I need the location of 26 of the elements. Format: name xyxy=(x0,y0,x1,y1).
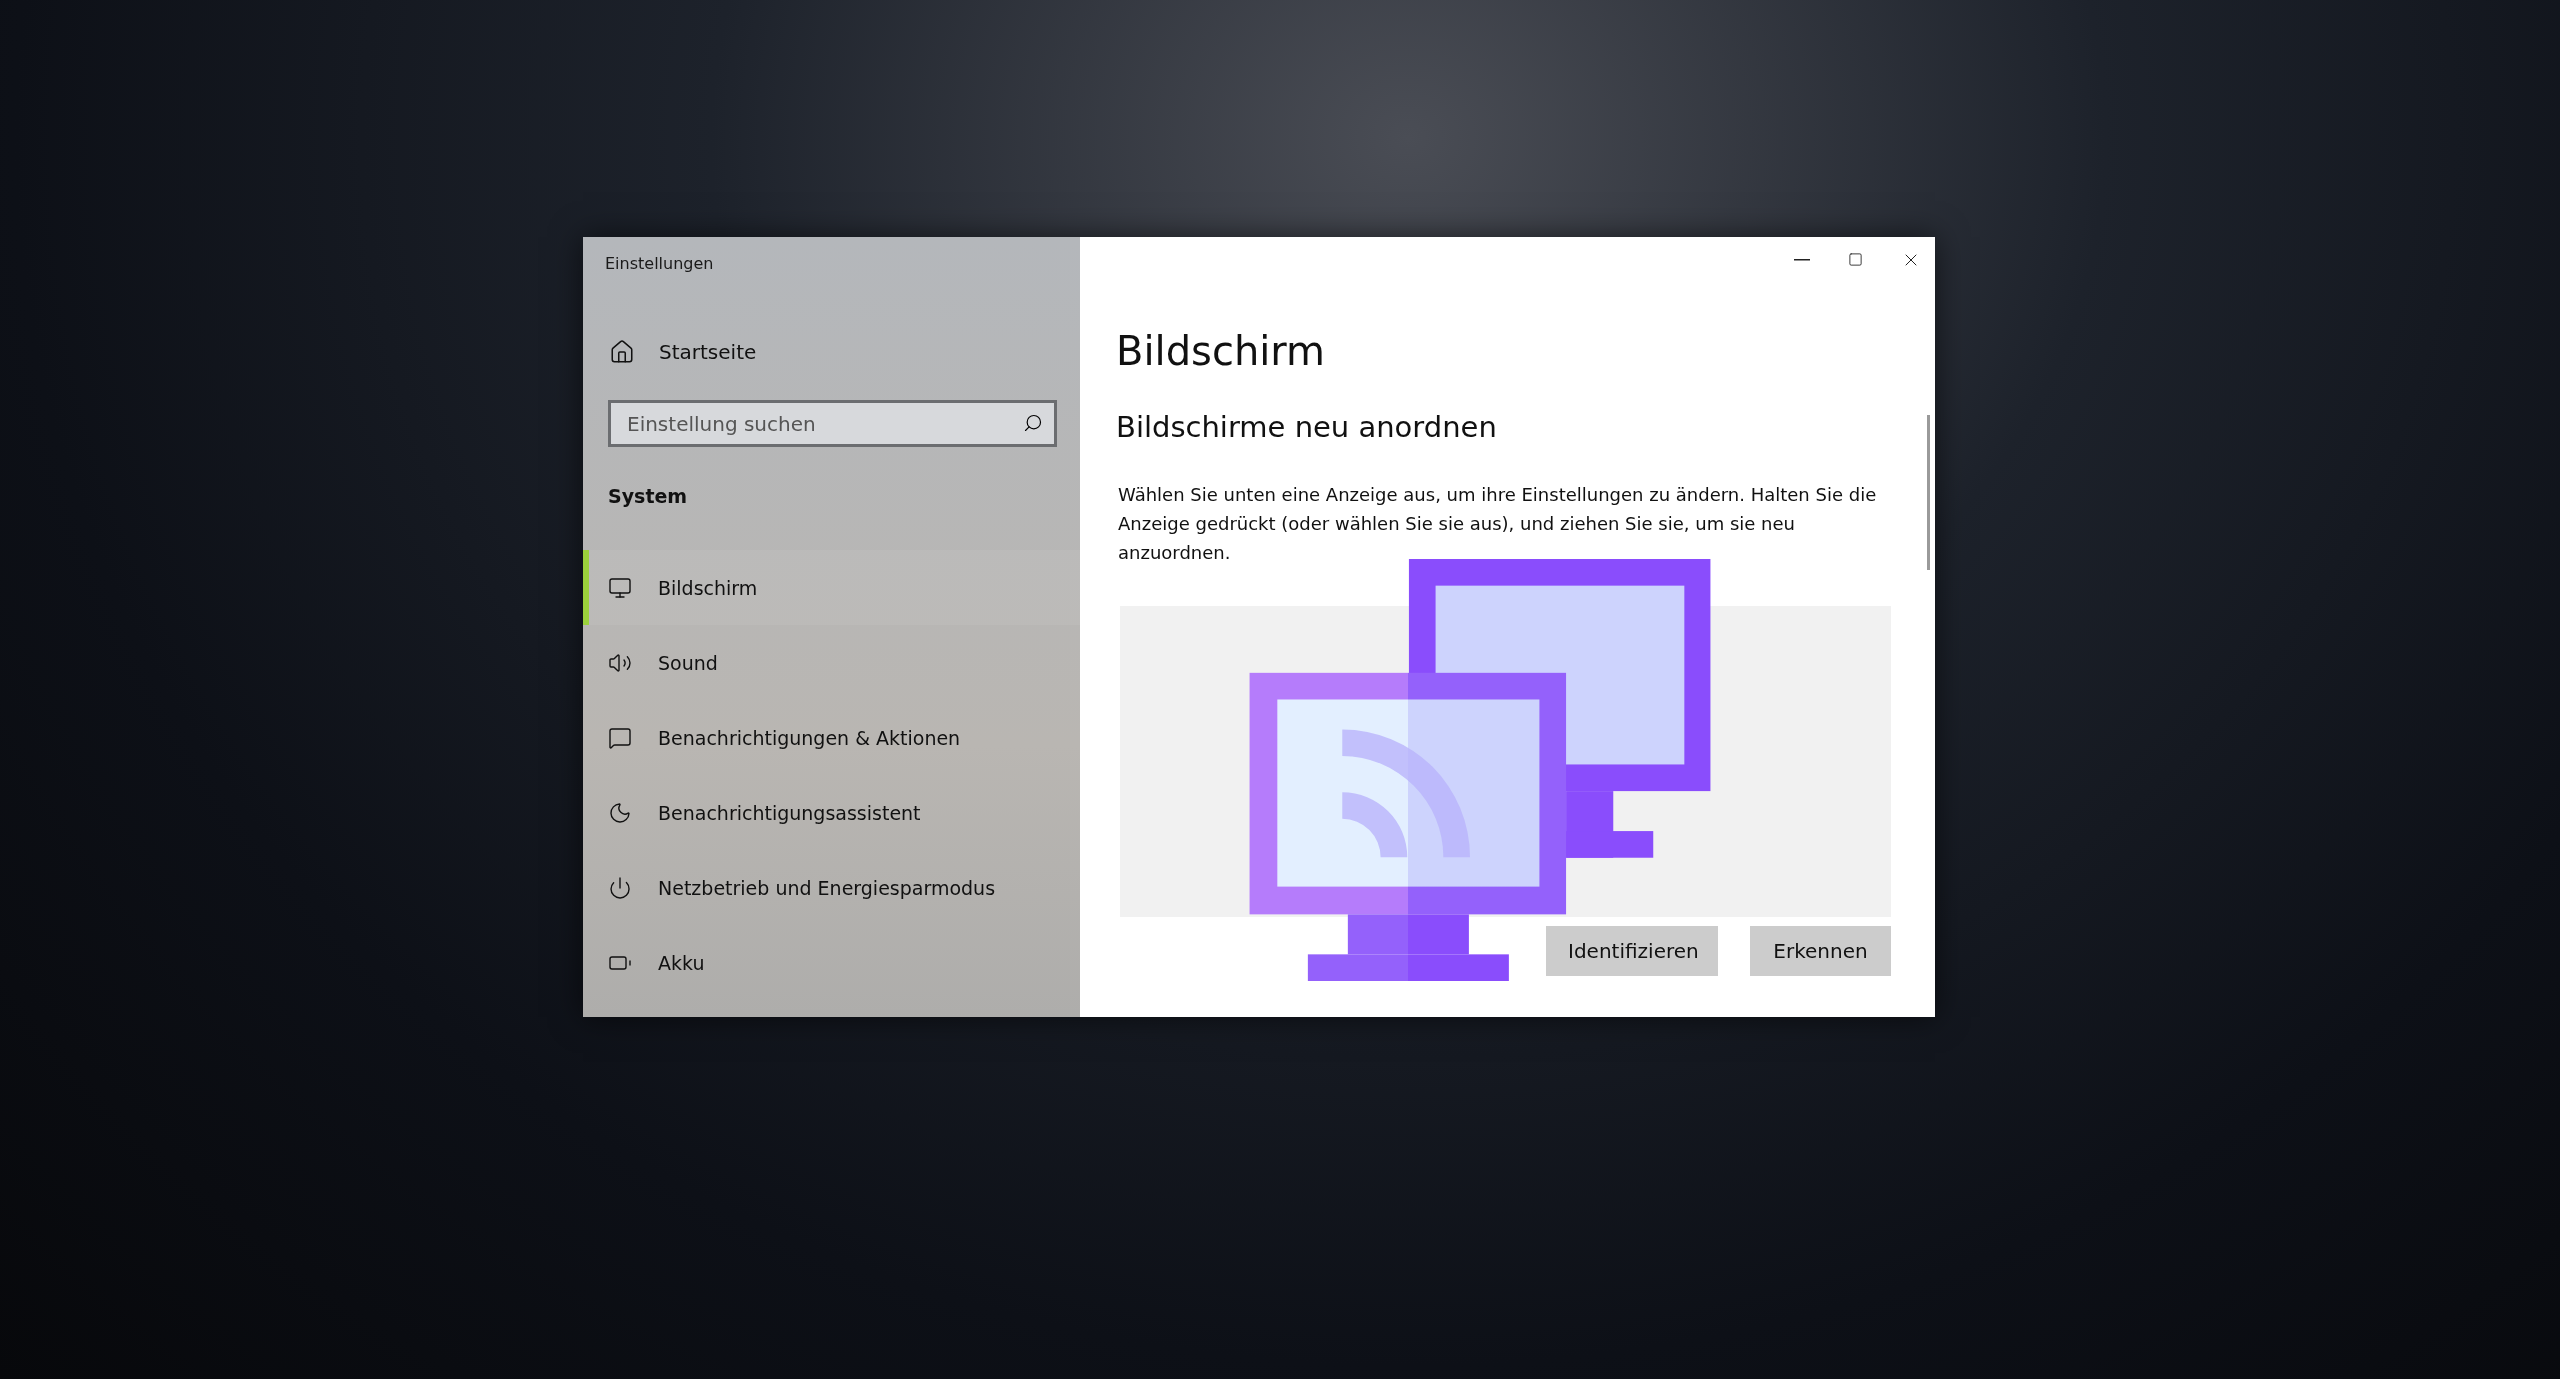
home-icon xyxy=(609,339,635,365)
scrollbar-thumb[interactable] xyxy=(1927,415,1930,570)
search-field[interactable]: Einstellung suchen xyxy=(608,400,1057,447)
search-icon[interactable] xyxy=(1023,413,1043,433)
power-icon xyxy=(608,875,632,900)
moon-icon xyxy=(608,800,632,825)
page-title: Bildschirm xyxy=(1116,327,1327,375)
minimize-button[interactable] xyxy=(1794,258,1810,261)
identify-button[interactable]: Identifizieren xyxy=(1546,926,1718,976)
maximize-icon xyxy=(1848,252,1863,267)
nav-item[interactable]: Netzbetrieb und Energiesparmodus xyxy=(583,850,1080,925)
nav-item[interactable]: Akku xyxy=(583,925,1080,1000)
nav-item[interactable]: Sound xyxy=(583,625,1080,700)
nav-item[interactable]: Benachrichtigungsassistent xyxy=(583,775,1080,850)
maximize-button[interactable] xyxy=(1848,252,1863,267)
section-heading: System xyxy=(608,485,689,507)
message-icon xyxy=(608,725,632,750)
window-title: Einstellungen xyxy=(605,254,715,273)
nav-item[interactable]: Benachrichtigungen & Aktionen xyxy=(583,700,1080,775)
home-link[interactable]: Startseite xyxy=(609,339,1080,365)
section-heading: Bildschirme neu anordnen xyxy=(1116,409,1498,445)
detect-button[interactable]: Erkennen xyxy=(1750,926,1891,976)
monitor-icon xyxy=(608,575,632,600)
minimize-icon xyxy=(1794,258,1810,261)
description-text: Wählen Sie unten eine Anzeige aus, um ihre Einstellungen zu ändern. Halten Sie die Anzeige gedrückt (oder wählen Sie sie aus), und ziehen Sie sie, um sie neu anzuordnen. xyxy=(1118,483,1878,565)
nav-item[interactable]: Bildschirm xyxy=(583,550,1080,625)
